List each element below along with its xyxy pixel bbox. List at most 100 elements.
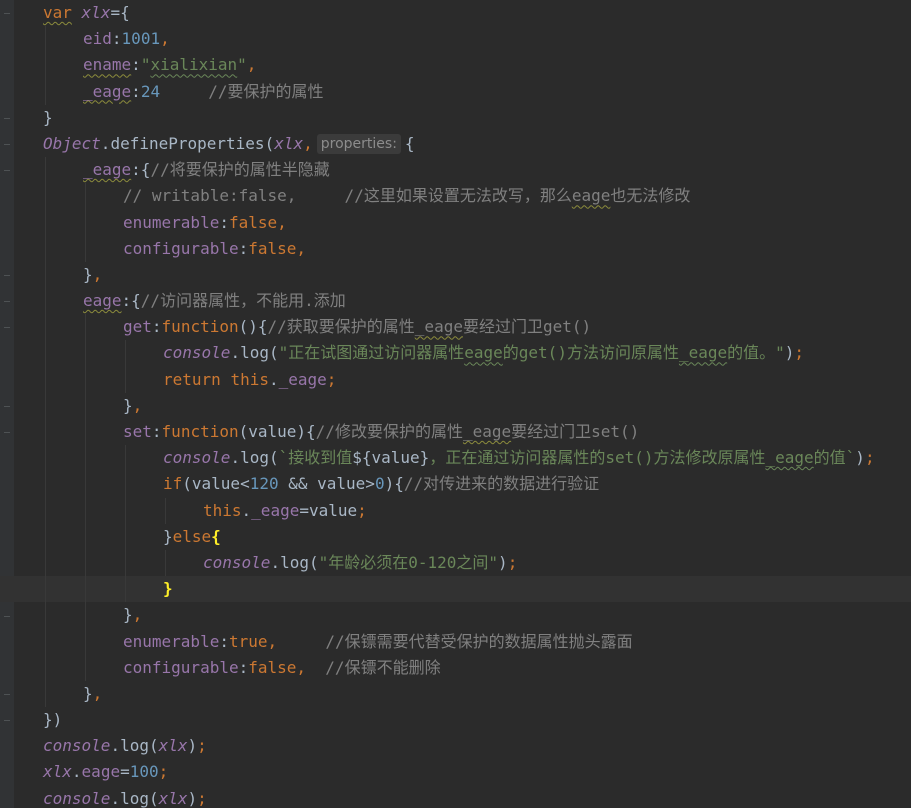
code-line-content: console.log(`接收到值${value}，正在通过访问器属性的set(…	[163, 445, 875, 471]
code-token: `接收到值	[278, 448, 353, 468]
code-line[interactable]: },	[0, 680, 911, 708]
code-token: =	[120, 762, 130, 782]
code-line[interactable]: }else{	[0, 523, 911, 550]
code-token: function	[161, 422, 239, 441]
code-line-content: var xlx={	[43, 0, 130, 26]
code-token: xialixian	[150, 55, 238, 75]
code-line-content: return this._eage;	[163, 367, 336, 393]
code-token: })	[43, 710, 63, 730]
indent-guide	[45, 288, 46, 315]
indent-guide	[45, 680, 46, 708]
code-line[interactable]: },	[0, 602, 911, 629]
code-token: xlx	[158, 788, 188, 808]
indent-guide	[45, 183, 46, 210]
indent-guide	[125, 523, 126, 550]
code-line-content: xlx.eage=100;	[43, 759, 168, 785]
code-token: xlx	[81, 3, 111, 22]
indent-guide	[85, 602, 86, 629]
indent-guide	[125, 497, 126, 524]
code-line[interactable]: var xlx={	[0, 0, 911, 26]
code-token: console	[43, 788, 111, 808]
indent-guide	[85, 576, 86, 603]
code-token: log(	[120, 788, 159, 808]
current-code-line[interactable]: }	[0, 576, 911, 603]
code-line-content: Object.defineProperties(xlx, properties:{	[43, 131, 415, 157]
code-line-content: eid:1001,	[83, 26, 170, 52]
code-line[interactable]: if(value<120 && value>0){//对传进来的数据进行验证	[0, 471, 911, 498]
code-line[interactable]: // writable:false, //这里如果设置无法改写，那么eage也无…	[0, 183, 911, 210]
code-line[interactable]: console.log("年龄必须在0-120之间");	[0, 549, 911, 577]
indent-guide	[45, 523, 46, 550]
code-line-content: }else{	[163, 524, 221, 550]
code-token: ,	[246, 55, 257, 75]
code-token: :	[111, 29, 122, 49]
code-line[interactable]: configurable:false, //保镖不能删除	[0, 654, 911, 681]
code-token: 1001	[121, 29, 161, 49]
indent-guide	[85, 654, 86, 681]
indent-guide	[125, 366, 126, 393]
code-token: :	[219, 212, 229, 232]
code-token: ,	[92, 683, 103, 703]
indent-guide	[165, 497, 166, 524]
code-line-content: },	[83, 262, 102, 288]
code-line[interactable]: console.log("正在试图通过访问器属性eage的get()方法访问原属…	[0, 340, 911, 367]
code-token: 120	[249, 474, 279, 494]
code-token: xlx	[158, 736, 188, 756]
indent-guide	[85, 366, 86, 393]
indent-guide	[125, 549, 126, 577]
code-token: eage	[81, 762, 121, 782]
code-line[interactable]: xlx.eage=100;	[0, 759, 911, 785]
indent-guide	[45, 628, 46, 655]
code-line[interactable]: Object.defineProperties(xlx, properties:{	[0, 131, 911, 157]
code-line-content: this._eage=value;	[203, 498, 367, 524]
code-token: _eage	[414, 317, 463, 337]
indent-guide	[85, 235, 86, 262]
code-token: //将要保护的属性半隐藏	[150, 160, 330, 180]
code-token: "年龄必须在0-120之间"	[318, 552, 499, 572]
indent-guide	[45, 78, 46, 105]
code-line[interactable]: _eage:24 //要保护的属性	[0, 78, 911, 105]
code-line[interactable]: console.log(xlx);	[0, 733, 911, 759]
code-line[interactable]: return this._eage;	[0, 366, 911, 393]
code-token: log(	[280, 552, 319, 572]
code-token: eage	[83, 291, 122, 311]
code-token: false,	[228, 212, 287, 232]
code-line[interactable]: console.log(xlx);	[0, 786, 911, 808]
code-token: "正在试图通过访问器属性	[278, 343, 465, 363]
code-token: ){	[384, 474, 404, 494]
code-line[interactable]: this._eage=value;	[0, 497, 911, 524]
code-line[interactable]: configurable:false,	[0, 235, 911, 262]
code-line[interactable]: set:function(value){//修改要保护的属性_eage要经过门卫…	[0, 419, 911, 446]
code-line-content: _eage:24 //要保护的属性	[83, 79, 324, 105]
code-line[interactable]: get:function(){//获取要保护的属性_eage要经过门卫get()	[0, 314, 911, 341]
code-line[interactable]: ename:"xialixian",	[0, 52, 911, 79]
code-token: var	[43, 3, 72, 22]
code-line[interactable]: eage:{//访问器属性，不能用.添加	[0, 288, 911, 315]
code-line[interactable]: })	[0, 707, 911, 733]
code-token: _eage	[278, 369, 327, 389]
code-token: //对传进来的数据进行验证	[403, 474, 600, 494]
indent-guide	[85, 314, 86, 341]
code-token: }	[163, 526, 173, 546]
code-line[interactable]: enumerable:false,	[0, 209, 911, 236]
code-line-content: get:function(){//获取要保护的属性_eage要经过门卫get()	[123, 314, 591, 340]
indent-guide	[45, 209, 46, 236]
code-line[interactable]: _eage:{//将要保护的属性半隐藏	[0, 157, 911, 184]
code-line[interactable]: console.log(`接收到值${value}，正在通过访问器属性的set(…	[0, 445, 911, 472]
code-token: :	[151, 317, 162, 337]
code-line[interactable]: }	[0, 105, 911, 131]
code-token: _eage	[462, 422, 512, 441]
code-line[interactable]: },	[0, 261, 911, 289]
code-line-content: // writable:false, //这里如果设置无法改写，那么eage也无…	[123, 183, 690, 209]
code-editor[interactable]: var xlx={eid:1001, ename:"xialixian", _eag…	[0, 0, 911, 808]
code-line[interactable]: },	[0, 392, 911, 419]
code-line[interactable]: enumerable:true, //保镖需要代替受保护的数据属性抛头露面	[0, 628, 911, 655]
code-token: //保镖不能删除	[325, 657, 441, 677]
code-area[interactable]: var xlx={eid:1001, ename:"xialixian", _eag…	[0, 0, 911, 808]
code-line[interactable]: eid:1001,	[0, 26, 911, 53]
code-token: ;	[357, 500, 367, 520]
code-token: }	[83, 683, 93, 703]
indent-guide	[45, 602, 46, 629]
